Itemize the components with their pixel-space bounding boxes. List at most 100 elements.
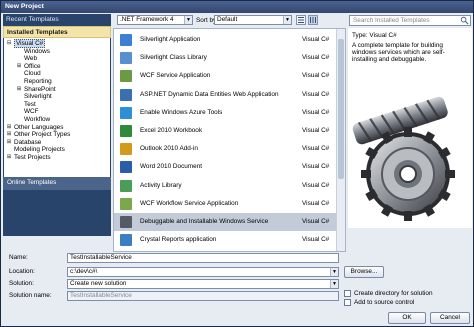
location-value: c:\dev\c#\	[70, 268, 98, 275]
name-input[interactable]: TestInstallableService	[67, 253, 339, 263]
tree-item-label: WCF	[24, 108, 39, 116]
template-row[interactable]: Crystal Reports application Visual C#	[114, 231, 336, 249]
tree-item[interactable]: Workflow	[4, 116, 110, 124]
expand-icon[interactable]: ⊞	[6, 124, 12, 132]
add-source-control-label: Add to source control	[354, 299, 415, 306]
solution-dropdown[interactable]: Create new solution ▼	[67, 279, 339, 289]
template-row[interactable]: Word 2010 Document Visual C#	[114, 158, 336, 176]
tree-item[interactable]: Web	[4, 55, 110, 63]
template-categories-panel: Recent Templates Installed Templates ⊟ Vi…	[3, 14, 111, 236]
detail-view-icon	[310, 17, 316, 23]
tree-item[interactable]: ⊞ SharePoint	[4, 86, 110, 94]
window-title: New Project	[5, 3, 44, 10]
sort-value: Default	[217, 16, 238, 23]
solution-label: Solution:	[9, 280, 34, 287]
expand-icon[interactable]: ⊞	[6, 131, 12, 139]
expand-icon[interactable]: ⊞	[16, 86, 22, 94]
scrollbar-thumb[interactable]	[338, 39, 344, 179]
recent-templates-link[interactable]: Recent Templates	[3, 14, 111, 26]
type-value: Visual C#	[369, 32, 397, 39]
template-language: Visual C#	[302, 72, 330, 80]
add-source-control-checkbox[interactable]	[344, 299, 351, 306]
expand-icon[interactable]: ⊞	[6, 154, 12, 162]
template-tree: ⊟ Visual C# Windows Web ⊞ Office Cloud Reportin…	[4, 38, 110, 187]
create-directory-checkbox[interactable]	[344, 290, 351, 297]
tree-item[interactable]: ⊞ Database	[4, 139, 110, 147]
sort-dropdown[interactable]: Default ▼	[214, 15, 292, 25]
name-label: Name:	[9, 254, 28, 261]
template-row[interactable]: Silverlight Class Library Visual C#	[114, 49, 336, 67]
template-row[interactable]: Enable Windows Azure Tools Visual C#	[114, 104, 336, 122]
tree-item[interactable]: Silverlight	[4, 93, 110, 101]
list-view-button[interactable]	[296, 15, 306, 25]
tree-item[interactable]: WCF	[4, 108, 110, 116]
template-row[interactable]: Activity Library Visual C#	[114, 177, 336, 195]
search-installed-templates-input[interactable]: Search Installed Templates	[349, 15, 471, 26]
template-name: Excel 2010 Workbook	[140, 127, 203, 134]
workflow-icon	[120, 197, 132, 210]
template-language: Visual C#	[302, 127, 330, 134]
solution-value: Create new solution	[70, 280, 127, 287]
chevron-down-icon: ▼	[330, 280, 338, 288]
tree-item[interactable]: ⊞ Office	[4, 63, 110, 71]
framework-dropdown[interactable]: .NET Framework 4 ▼	[117, 15, 193, 25]
search-icon	[460, 16, 469, 25]
template-language: Visual C#	[302, 218, 330, 225]
activity-icon	[120, 179, 132, 192]
template-name: Activity Library	[140, 181, 182, 189]
tree-item[interactable]: Reporting	[4, 78, 110, 86]
installed-templates-header[interactable]: Installed Templates	[3, 26, 111, 38]
location-label: Location:	[9, 268, 35, 275]
expand-icon[interactable]: ⊞	[6, 139, 12, 147]
excel-icon	[120, 125, 132, 137]
tree-item-label: Test	[24, 100, 36, 108]
tree-item[interactable]: Modeling Projects	[4, 146, 110, 154]
list-view-icon	[298, 17, 304, 23]
tree-item-label: Other Languages	[14, 123, 64, 131]
expand-icon[interactable]: ⊞	[16, 63, 22, 71]
location-input[interactable]: c:\dev\c#\ ▼	[67, 267, 339, 277]
template-row[interactable]: Outlook 2010 Add-in Visual C#	[114, 140, 336, 158]
tree-item-label: Reporting	[24, 77, 52, 85]
cancel-button[interactable]: Cancel	[430, 312, 470, 324]
template-language: Visual C#	[302, 108, 330, 116]
outlook-icon	[120, 143, 132, 156]
left-panel-fill	[3, 190, 111, 236]
template-row[interactable]: ASP.NET Dynamic Data Entities Web Applic…	[114, 86, 336, 104]
tree-item[interactable]: Test	[4, 101, 110, 109]
tree-item-label: Web	[24, 55, 38, 63]
chevron-down-icon: ▼	[283, 16, 291, 24]
template-row[interactable]: Debuggable and Installable Windows Servi…	[114, 213, 336, 231]
gear-preview-image	[350, 84, 470, 224]
collapse-icon[interactable]: ⊟	[6, 40, 12, 48]
template-name: Crystal Reports application	[140, 236, 217, 244]
solution-name-input[interactable]: TestInstallableService	[67, 291, 339, 301]
tree-item[interactable]: ⊞ Other Project Types	[4, 131, 110, 139]
template-name: WCF Service Application	[140, 72, 211, 80]
template-row[interactable]: Excel 2010 Workbook Visual C#	[114, 122, 336, 140]
template-row[interactable]: WCF Workflow Service Application Visual C…	[114, 195, 336, 213]
template-language: Visual C#	[302, 199, 330, 207]
tree-item-label: Database	[14, 138, 42, 146]
solution-name-label: Solution name:	[9, 292, 52, 299]
tree-item[interactable]: ⊟ Visual C#	[4, 39, 110, 48]
template-language: Visual C#	[302, 90, 330, 98]
tree-item[interactable]: Windows	[4, 48, 110, 56]
chevron-down-icon: ▼	[330, 268, 338, 276]
tree-item-label: Test Projects	[14, 153, 51, 161]
detail-view-button[interactable]	[308, 15, 318, 25]
template-row[interactable]: WCF Service Application Visual C#	[114, 67, 336, 85]
template-language: Visual C#	[302, 145, 330, 153]
tree-item[interactable]: ⊞ Test Projects	[4, 154, 110, 162]
online-templates-link[interactable]: Online Templates	[3, 177, 111, 190]
tree-item[interactable]: Cloud	[4, 70, 110, 78]
tree-item-label: Windows	[24, 47, 50, 55]
word-icon	[120, 161, 132, 174]
tree-item[interactable]: ⊞ Other Languages	[4, 124, 110, 132]
browse-button[interactable]: Browse...	[344, 266, 384, 278]
template-row[interactable]: Silverlight Application Visual C#	[114, 31, 336, 49]
template-list-scrollbar[interactable]	[336, 29, 345, 251]
template-name: Word 2010 Document	[140, 163, 203, 171]
asp-dynamic-icon	[120, 88, 132, 101]
ok-button[interactable]: OK	[388, 312, 426, 324]
